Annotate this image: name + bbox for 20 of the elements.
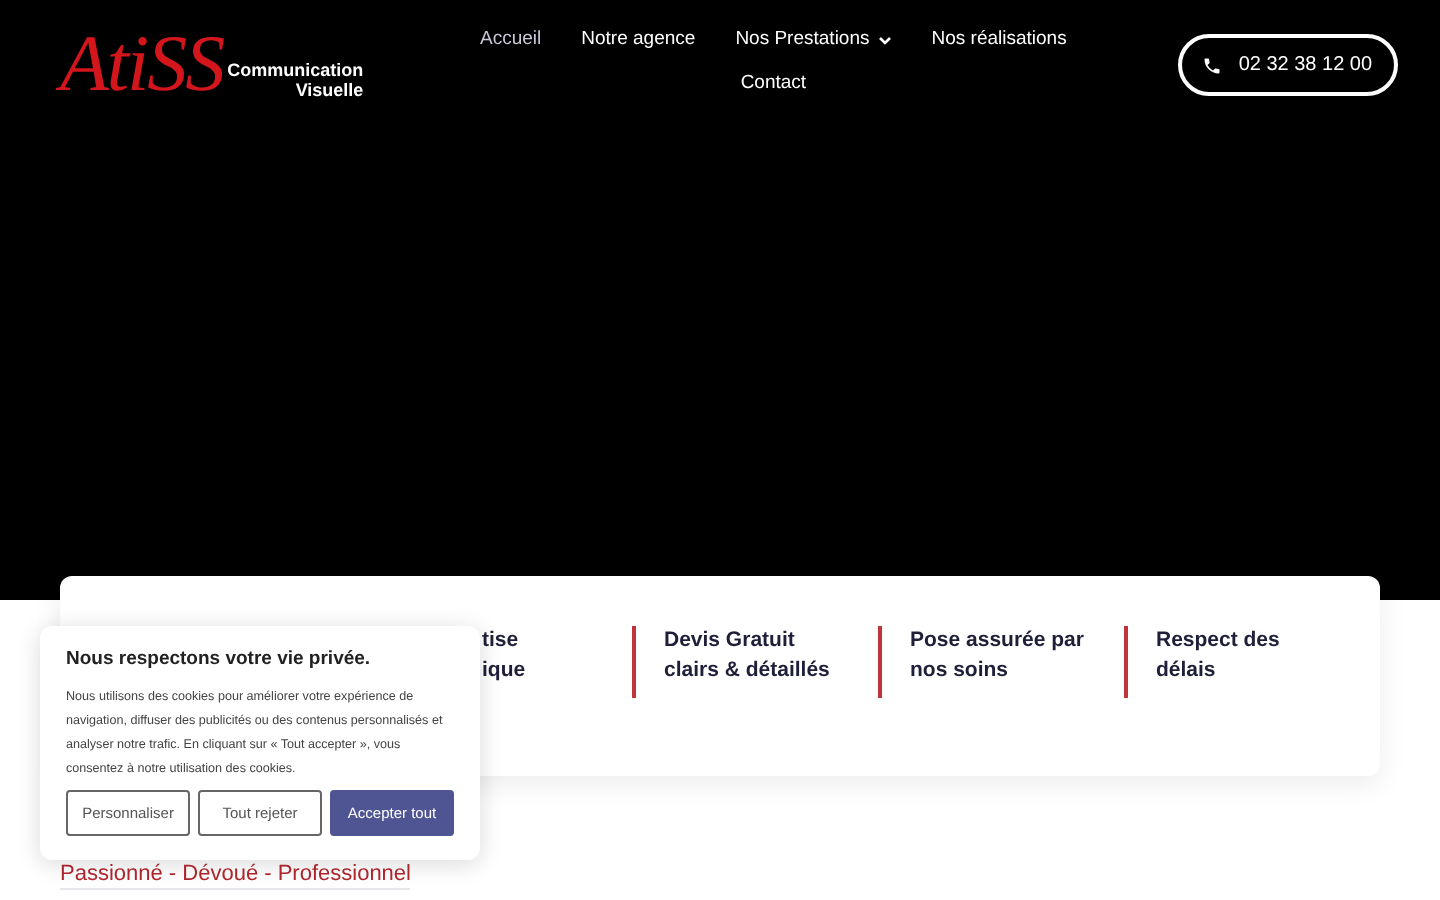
feature-text: tise [482,626,521,656]
tagline: Passionné - Dévoué - Professionnel [60,862,411,890]
cookie-title: Nous respectons votre vie privée. [66,646,373,674]
phone-icon [1202,55,1223,75]
feature-text: ique [482,656,526,686]
nav-link[interactable]: Nos Prestations [715,20,912,60]
feature-text: Respect des [1156,626,1280,656]
nav-link[interactable]: Nos réalisations [911,20,1087,60]
feature-text: clairs & détaillés [664,656,830,686]
nav-link[interactable]: Notre agence [561,20,716,60]
feature-text: nos soins [910,656,1011,686]
phone-button[interactable]: 02 32 38 12 00 [1177,34,1398,96]
feature-text: délais [1156,656,1218,686]
logo-text: Communication [227,60,364,80]
nav-link[interactable]: Accueil [460,20,562,60]
nav-link[interactable]: Contact [720,64,827,104]
feature-text: Pose assurée par [910,626,1084,656]
logo-mark: AtiSS [60,24,224,104]
feature-text: Devis Gratuit [664,626,797,656]
logo-text: Visuelle [295,80,364,100]
